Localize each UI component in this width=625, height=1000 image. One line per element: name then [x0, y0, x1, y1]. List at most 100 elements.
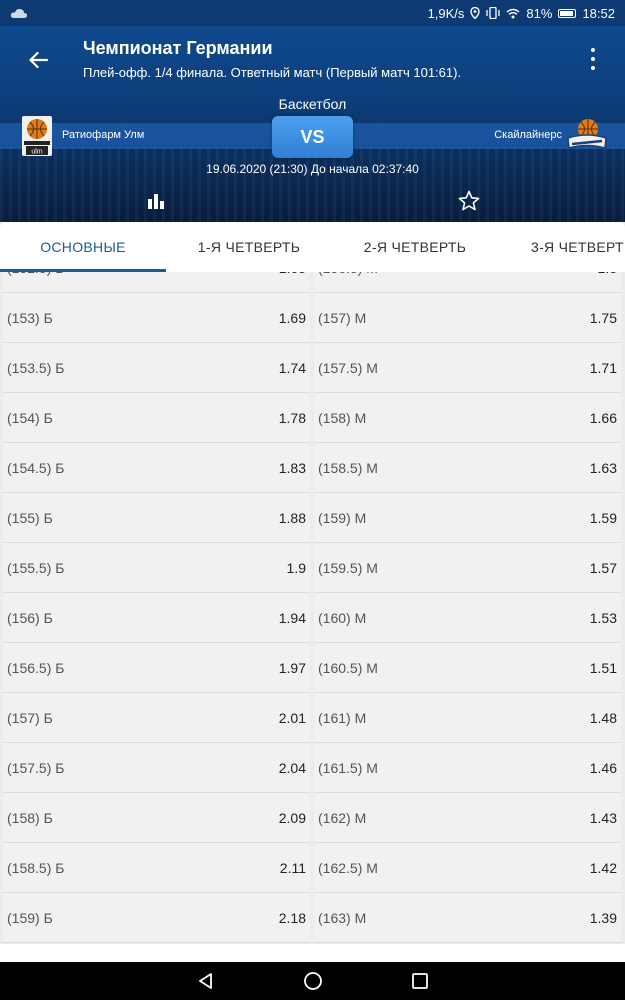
tab-quarter-2[interactable]: 2-Я ЧЕТВЕРТЬ — [332, 222, 498, 272]
under-odd-value: 1.53 — [589, 609, 617, 626]
battery-percent: 81% — [526, 5, 553, 21]
away-team-logo — [567, 119, 607, 149]
under-odds-cell[interactable]: (159.5) М 1.57 — [314, 543, 621, 593]
under-total-label: (160) М — [318, 609, 367, 626]
odds-row: (155.5) Б 1.9 (159.5) М 1.57 — [0, 543, 625, 593]
under-odds-cell[interactable]: (157) М 1.75 — [314, 293, 621, 343]
nav-home-icon[interactable] — [303, 971, 323, 991]
under-odd-value: 1.51 — [589, 659, 617, 676]
home-team-logo: ulm — [22, 116, 52, 156]
over-odds-cell[interactable]: (154) Б 1.78 — [3, 393, 310, 443]
over-odds-cell[interactable]: (157.5) Б 2.04 — [3, 743, 310, 793]
over-odds-cell[interactable]: (158.5) Б 2.11 — [3, 843, 310, 893]
vs-button[interactable]: VS — [272, 116, 353, 158]
network-speed: 1,9K/s — [427, 5, 465, 21]
over-odds-cell[interactable]: (154.5) Б 1.83 — [3, 443, 310, 493]
under-total-label: (157) М — [318, 309, 367, 326]
page-subtitle: Плей-офф. 1/4 финала. Ответный матч (Пер… — [83, 65, 462, 80]
under-odds-cell[interactable]: (161) М 1.48 — [314, 693, 621, 743]
over-odds-cell[interactable]: (155.5) Б 1.9 — [3, 543, 310, 593]
under-odd-value: 1.66 — [589, 409, 617, 426]
over-odds-cell[interactable]: (155) Б 1.88 — [3, 493, 310, 543]
favorite-star-icon[interactable] — [458, 190, 480, 212]
odds-row: (152.5) Б 1.65 (156.5) М 1.8 — [0, 272, 625, 293]
under-odd-value: 1.42 — [589, 859, 617, 876]
under-odds-cell[interactable]: (161.5) М 1.46 — [314, 743, 621, 793]
over-odd-value: 2.11 — [279, 859, 306, 876]
odds-list[interactable]: (152.5) Б 1.65 (156.5) М 1.8 (153) Б 1.69 (157… — [0, 272, 625, 944]
over-odd-value: 2.01 — [278, 709, 306, 726]
under-odd-value: 1.63 — [589, 459, 617, 476]
odds-row: (153) Б 1.69 (157) М 1.75 — [0, 293, 625, 343]
status-bar: 1,9K/s 81% 18:52 — [0, 0, 625, 26]
nav-recent-apps-icon[interactable] — [410, 971, 430, 991]
under-odds-cell[interactable]: (156.5) М 1.8 — [314, 272, 621, 293]
nav-back-icon[interactable] — [196, 971, 216, 991]
under-total-label: (162) М — [318, 809, 367, 826]
over-total-label: (156.5) Б — [7, 659, 65, 676]
under-odds-cell[interactable]: (162) М 1.43 — [314, 793, 621, 843]
under-odds-cell[interactable]: (160) М 1.53 — [314, 593, 621, 643]
under-odds-cell[interactable]: (163) М 1.39 — [314, 893, 621, 943]
under-odds-cell[interactable]: (158.5) М 1.63 — [314, 443, 621, 493]
match-datetime: 19.06.2020 (21:30) До начала 02:37:40 — [206, 162, 419, 176]
under-odd-value: 1.46 — [589, 759, 617, 776]
over-odds-cell[interactable]: (153.5) Б 1.74 — [3, 343, 310, 393]
over-total-label: (157.5) Б — [7, 759, 65, 776]
odds-row: (154) Б 1.78 (158) М 1.66 — [0, 393, 625, 443]
over-odd-value: 1.65 — [279, 272, 306, 276]
away-team-name: Скайлайнерс — [494, 129, 562, 141]
under-total-label: (161.5) М — [318, 759, 378, 776]
under-odd-value: 1.71 — [589, 359, 617, 376]
under-odd-value: 1.59 — [589, 509, 617, 526]
under-odds-cell[interactable]: (162.5) М 1.42 — [314, 843, 621, 893]
over-total-label: (159) Б — [7, 909, 53, 926]
odds-row: (159) Б 2.18 (163) М 1.39 — [0, 893, 625, 943]
over-odds-cell[interactable]: (157) Б 2.01 — [3, 693, 310, 743]
cloud-icon — [10, 8, 28, 18]
home-logo-text: ulm — [31, 149, 42, 156]
match-header: Чемпионат Германии Плей-офф. 1/4 финала.… — [0, 26, 625, 222]
over-odd-value: 1.97 — [278, 659, 306, 676]
tab-quarter-1[interactable]: 1-Я ЧЕТВЕРТЬ — [166, 222, 332, 272]
over-odds-cell[interactable]: (158) Б 2.09 — [3, 793, 310, 843]
under-odds-cell[interactable]: (159) М 1.59 — [314, 493, 621, 543]
odds-row: (154.5) Б 1.83 (158.5) М 1.63 — [0, 443, 625, 493]
under-total-label: (161) М — [318, 709, 367, 726]
more-menu-button[interactable] — [583, 46, 603, 72]
odds-row: (157) Б 2.01 (161) М 1.48 — [0, 693, 625, 743]
under-total-label: (159) М — [318, 509, 367, 526]
over-odds-cell[interactable]: (153) Б 1.69 — [3, 293, 310, 343]
teams-row: ulm Ратиофарм Улм VS Скайлайнерс — [0, 116, 625, 158]
over-odds-cell[interactable]: (152.5) Б 1.65 — [3, 272, 310, 293]
battery-icon — [558, 8, 577, 18]
wifi-icon — [506, 8, 520, 18]
odds-list-content: (152.5) Б 1.65 (156.5) М 1.8 (153) Б 1.69 (157… — [0, 272, 625, 943]
under-odd-value: 1.48 — [589, 709, 617, 726]
over-odd-value: 1.94 — [278, 609, 306, 626]
tab-quarter-3[interactable]: 3-Я ЧЕТВЕРТЬ — [498, 222, 625, 272]
odds-row: (158) Б 2.09 (162) М 1.43 — [0, 793, 625, 843]
tab-main[interactable]: ОСНОВНЫЕ — [0, 222, 166, 272]
over-total-label: (158) Б — [7, 809, 53, 826]
over-total-label: (153) Б — [7, 309, 53, 326]
back-button[interactable] — [22, 46, 54, 74]
under-odds-cell[interactable]: (160.5) М 1.51 — [314, 643, 621, 693]
under-total-label: (159.5) М — [318, 559, 378, 576]
over-odd-value: 2.09 — [278, 809, 306, 826]
under-total-label: (163) М — [318, 909, 367, 926]
over-odd-value: 1.74 — [278, 359, 306, 376]
over-total-label: (152.5) Б — [7, 272, 64, 276]
over-odd-value: 1.78 — [278, 409, 306, 426]
under-odd-value: 1.43 — [589, 809, 617, 826]
under-total-label: (156.5) М — [318, 272, 378, 276]
period-tabs: ОСНОВНЫЕ 1-Я ЧЕТВЕРТЬ 2-Я ЧЕТВЕРТЬ 3-Я Ч… — [0, 222, 625, 272]
over-odds-cell[interactable]: (159) Б 2.18 — [3, 893, 310, 943]
over-odds-cell[interactable]: (156) Б 1.94 — [3, 593, 310, 643]
over-odds-cell[interactable]: (156.5) Б 1.97 — [3, 643, 310, 693]
under-odds-cell[interactable]: (158) М 1.66 — [314, 393, 621, 443]
stats-chart-icon[interactable] — [146, 191, 166, 211]
under-total-label: (157.5) М — [318, 359, 378, 376]
under-odds-cell[interactable]: (157.5) М 1.71 — [314, 343, 621, 393]
over-total-label: (155) Б — [7, 509, 53, 526]
